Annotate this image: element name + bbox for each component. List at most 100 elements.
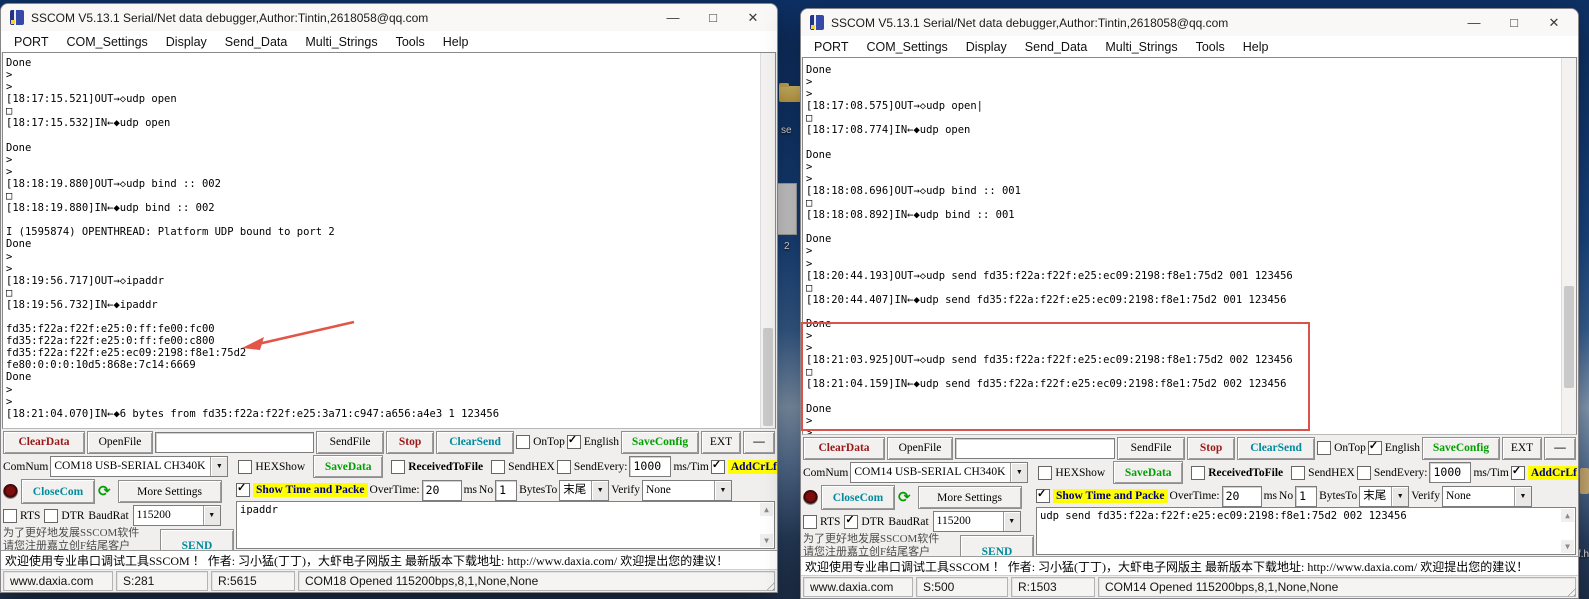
bytes-count-input[interactable]: 1: [495, 480, 517, 501]
received-to-file-checkbox[interactable]: ✓ReceivedToFile: [391, 460, 483, 474]
english-checkbox[interactable]: ✓English: [1368, 441, 1420, 455]
menu-item[interactable]: Send_Data: [216, 35, 297, 49]
close-icon[interactable]: ✕: [1534, 10, 1574, 35]
show-time-checkbox[interactable]: ✓Show Time and Packe: [236, 483, 368, 497]
send-text-input[interactable]: ipaddr ▲ ▼: [236, 501, 775, 549]
dtr-checkbox[interactable]: ✓DTR: [44, 509, 84, 523]
bytes-count-input[interactable]: 1: [1295, 486, 1317, 507]
baud-rate-select[interactable]: 115200▼: [933, 511, 1021, 532]
save-config-button[interactable]: SaveConfig: [1422, 437, 1500, 460]
save-data-button[interactable]: SaveData: [1113, 461, 1183, 484]
minimize-icon[interactable]: —: [653, 5, 693, 30]
send-interval-input[interactable]: 1000: [629, 456, 671, 477]
english-checkbox[interactable]: ✓English: [567, 435, 619, 449]
minimize-icon[interactable]: —: [1454, 10, 1494, 35]
scroll-down-icon[interactable]: ▼: [1561, 540, 1574, 553]
maximize-icon[interactable]: □: [693, 5, 733, 30]
close-com-button[interactable]: CloseCom: [21, 479, 95, 504]
baud-rate-select[interactable]: 115200▼: [133, 505, 221, 526]
terminal-scrollbar[interactable]: [760, 53, 775, 428]
dtr-checkbox[interactable]: ✓DTR: [844, 515, 884, 529]
send-file-button[interactable]: SendFile: [1117, 437, 1185, 460]
close-icon[interactable]: ✕: [733, 5, 773, 30]
send-interval-input[interactable]: 1000: [1429, 462, 1471, 483]
send-file-button[interactable]: SendFile: [316, 431, 384, 454]
terminal-line: Done: [6, 238, 759, 250]
rts-checkbox[interactable]: ✓RTS: [3, 509, 40, 523]
sendfile-path-input[interactable]: [155, 432, 314, 453]
com-port-select[interactable]: COM14 USB-SERIAL CH340K▼: [850, 462, 1028, 483]
send-hex-checkbox[interactable]: ✓SendHEX: [491, 460, 555, 474]
menu-item[interactable]: PORT: [5, 35, 58, 49]
receive-log-area[interactable]: Done>>[18:17:08.575]OUT→◇udp open|□[18:1…: [802, 57, 1577, 435]
ext-button[interactable]: EXT: [701, 431, 741, 454]
menu-item[interactable]: COM_Settings: [858, 40, 957, 54]
clear-send-button[interactable]: ClearSend: [436, 431, 514, 454]
send-every-checkbox[interactable]: ✓SendEvery:: [557, 460, 628, 474]
open-file-button[interactable]: OpenFile: [87, 431, 153, 454]
menu-item[interactable]: Display: [157, 35, 216, 49]
send-every-checkbox[interactable]: ✓SendEvery:: [1357, 466, 1428, 480]
com-status-led-icon: [3, 484, 18, 499]
received-to-file-checkbox[interactable]: ✓ReceivedToFile: [1191, 466, 1283, 480]
terminal-line: [18:17:15.532]IN←◆udp open: [6, 117, 759, 129]
refresh-ports-icon[interactable]: ⟳: [898, 490, 911, 505]
add-crlf-checkbox[interactable]: ✓AddCrLf: [1511, 466, 1579, 480]
hexshow-checkbox[interactable]: ✓HEXShow: [238, 460, 305, 474]
send-hex-checkbox[interactable]: ✓SendHEX: [1291, 466, 1355, 480]
menu-item[interactable]: Multi_Strings: [1096, 40, 1186, 54]
menu-item[interactable]: COM_Settings: [58, 35, 157, 49]
stop-button[interactable]: Stop: [1187, 437, 1235, 460]
scroll-up-icon[interactable]: ▲: [760, 503, 773, 516]
desktop-misc-icon[interactable]: [1580, 468, 1589, 494]
more-settings-button[interactable]: More Settings: [118, 480, 222, 503]
overtime-input[interactable]: 20: [422, 480, 462, 501]
titlebar[interactable]: SSCOM V5.13.1 Serial/Net data debugger,A…: [1, 4, 777, 31]
open-file-button[interactable]: OpenFile: [887, 437, 953, 460]
scrollbar-thumb[interactable]: [1564, 286, 1574, 388]
bytes-to-select[interactable]: 末尾▼: [1359, 486, 1409, 507]
show-time-checkbox[interactable]: ✓Show Time and Packe: [1036, 489, 1168, 503]
menu-item[interactable]: Tools: [1187, 40, 1234, 54]
rts-checkbox[interactable]: ✓RTS: [803, 515, 840, 529]
ontop-checkbox[interactable]: ✓OnTop: [516, 435, 565, 449]
verify-select[interactable]: None▼: [1442, 486, 1532, 507]
scroll-up-icon[interactable]: ▲: [1561, 509, 1574, 522]
desktop-page-icon[interactable]: [777, 183, 797, 235]
scroll-down-icon[interactable]: ▼: [760, 534, 773, 547]
menu-item[interactable]: Tools: [387, 35, 434, 49]
save-data-button[interactable]: SaveData: [313, 455, 383, 478]
verify-select[interactable]: None▼: [642, 480, 732, 501]
clear-send-button[interactable]: ClearSend: [1237, 437, 1315, 460]
collapse-panel-button[interactable]: —: [1544, 437, 1576, 460]
overtime-input[interactable]: 20: [1222, 486, 1262, 507]
terminal-scrollbar[interactable]: [1561, 58, 1576, 434]
hexshow-checkbox[interactable]: ✓HEXShow: [1038, 466, 1105, 480]
menu-item[interactable]: Multi_Strings: [296, 35, 386, 49]
desktop-folder-icon[interactable]: [779, 86, 801, 102]
save-config-button[interactable]: SaveConfig: [621, 431, 699, 454]
menu-item[interactable]: Help: [434, 35, 478, 49]
menu-item[interactable]: Display: [957, 40, 1016, 54]
com-port-select[interactable]: COM18 USB-SERIAL CH340K▼: [50, 456, 228, 477]
more-settings-button[interactable]: More Settings: [918, 486, 1022, 509]
menu-item[interactable]: Send_Data: [1016, 40, 1097, 54]
collapse-panel-button[interactable]: —: [743, 431, 775, 454]
send-text-input[interactable]: udp send fd35:f22a:f22f:e25:ec09:2198:f8…: [1036, 507, 1576, 555]
menu-item[interactable]: Help: [1234, 40, 1278, 54]
stop-button[interactable]: Stop: [386, 431, 434, 454]
refresh-ports-icon[interactable]: ⟳: [98, 484, 111, 499]
clear-data-button[interactable]: ClearData: [803, 437, 885, 460]
titlebar[interactable]: SSCOM V5.13.1 Serial/Net data debugger,A…: [801, 9, 1578, 36]
bytes-to-select[interactable]: 末尾▼: [559, 480, 609, 501]
menu-item[interactable]: PORT: [805, 40, 858, 54]
receive-log-area[interactable]: Done>>[18:17:15.521]OUT→◇udp open□[18:17…: [2, 52, 776, 429]
ext-button[interactable]: EXT: [1502, 437, 1542, 460]
clear-data-button[interactable]: ClearData: [3, 431, 85, 454]
maximize-icon[interactable]: □: [1494, 10, 1534, 35]
add-crlf-checkbox[interactable]: ✓AddCrLf: [711, 460, 778, 474]
scrollbar-thumb[interactable]: [763, 328, 773, 426]
close-com-button[interactable]: CloseCom: [821, 485, 895, 510]
ontop-checkbox[interactable]: ✓OnTop: [1317, 441, 1366, 455]
sendfile-path-input[interactable]: [955, 438, 1115, 459]
